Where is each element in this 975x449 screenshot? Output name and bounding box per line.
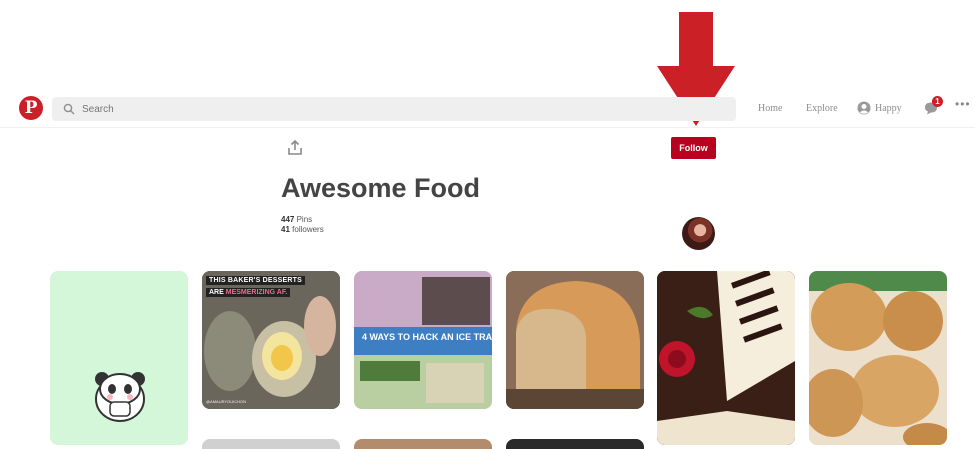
- pin-next-row-3[interactable]: [506, 439, 644, 449]
- board-owner-avatar[interactable]: [682, 217, 715, 250]
- pin-caption-line1: THIS BAKER'S DESSERTS: [206, 276, 305, 285]
- annotation-arrow-shaft: [679, 12, 713, 68]
- nav-explore-link[interactable]: Explore: [806, 103, 838, 114]
- pinterest-logo-icon[interactable]: P: [19, 96, 43, 120]
- follow-button[interactable]: Follow: [671, 137, 716, 159]
- header-divider: [0, 127, 975, 128]
- pin-sugar-cookies[interactable]: [809, 271, 947, 445]
- pin-piano-cake[interactable]: [657, 271, 795, 445]
- pin-watermark: @AMAURYGUICHON: [206, 399, 246, 404]
- pin-panda-illustration[interactable]: [50, 271, 188, 445]
- notification-badge: 1: [932, 96, 943, 107]
- panda-icon: [95, 372, 145, 422]
- pins-count: 447: [281, 215, 295, 224]
- pin-image-piano-cake: [657, 271, 795, 445]
- share-icon[interactable]: [287, 139, 303, 156]
- nav-user-link[interactable]: Happy: [875, 103, 902, 114]
- pin-image-bread: [506, 271, 644, 409]
- pin-caption-line2: ARE MESMERIZING AF.: [206, 288, 291, 297]
- pin-caption-line2-a: ARE: [209, 289, 226, 296]
- board-stats: 447 Pins 41 followers: [281, 215, 324, 235]
- followers-count: 41: [281, 225, 290, 234]
- nav-home-link[interactable]: Home: [758, 103, 782, 114]
- pin-image-cookies: [809, 271, 947, 445]
- search-input[interactable]: [82, 101, 722, 117]
- search-bar[interactable]: [52, 97, 736, 121]
- pin-ice-tray-hacks[interactable]: 4 WAYS TO HACK AN ICE TRAY: [354, 271, 492, 409]
- followers-count-row[interactable]: 41 followers: [281, 225, 324, 235]
- pins-label: Pins: [296, 215, 313, 224]
- followers-label: followers: [292, 225, 324, 234]
- pin-next-row-1[interactable]: [202, 439, 340, 449]
- board-title: Awesome Food: [281, 173, 481, 203]
- search-icon: [63, 103, 75, 115]
- pin-ice-caption: 4 WAYS TO HACK AN ICE TRAY: [362, 332, 492, 342]
- pin-next-row-2[interactable]: [354, 439, 492, 449]
- pin-caption-line2-b: MESMERIZING AF.: [225, 289, 288, 296]
- pin-bread-loaf[interactable]: [506, 271, 644, 409]
- more-options-icon[interactable]: •••: [955, 97, 971, 111]
- pin-baker-desserts[interactable]: THIS BAKER'S DESSERTS ARE MESMERIZING AF…: [202, 271, 340, 409]
- user-avatar-icon[interactable]: [857, 101, 871, 115]
- pins-count-row[interactable]: 447 Pins: [281, 215, 324, 225]
